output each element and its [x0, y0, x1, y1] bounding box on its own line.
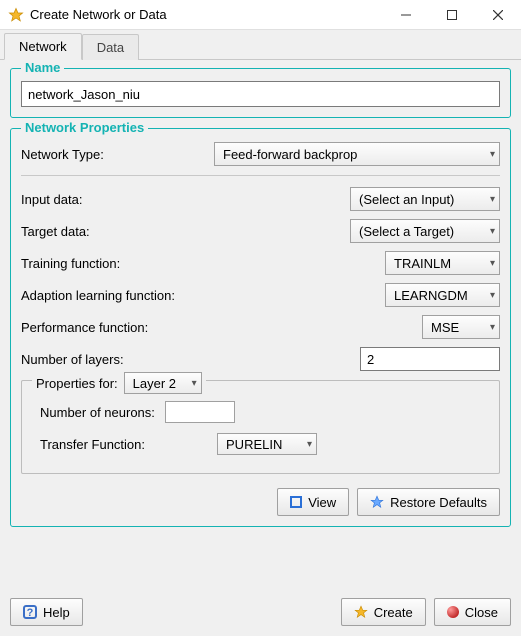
training-fn-value: TRAINLM — [394, 256, 484, 271]
group-properties-title: Network Properties — [21, 120, 148, 135]
help-button[interactable]: ? Help — [10, 598, 83, 626]
network-type-value: Feed-forward backprop — [223, 147, 484, 162]
num-layers-label: Number of layers: — [21, 352, 124, 367]
group-network-properties: Network Properties Network Type: Feed-fo… — [10, 128, 511, 527]
window-title: Create Network or Data — [24, 7, 383, 22]
separator — [21, 175, 500, 176]
maximize-button[interactable] — [429, 0, 475, 30]
target-data-value: (Select a Target) — [359, 224, 484, 239]
view-icon — [290, 496, 302, 508]
adaption-fn-value: LEARNGDM — [394, 288, 484, 303]
chevron-down-icon: ▾ — [484, 226, 495, 237]
perf-fn-label: Performance function: — [21, 320, 148, 335]
training-fn-select[interactable]: TRAINLM ▾ — [385, 251, 500, 275]
target-data-select[interactable]: (Select a Target) ▾ — [350, 219, 500, 243]
perf-fn-value: MSE — [431, 320, 484, 335]
create-button[interactable]: Create — [341, 598, 426, 626]
close-window-button[interactable] — [475, 0, 521, 30]
chevron-down-icon: ▾ — [301, 439, 312, 450]
input-data-value: (Select an Input) — [359, 192, 484, 207]
layer-select[interactable]: Layer 2 ▾ — [124, 372, 202, 394]
star-icon — [354, 605, 368, 619]
chevron-down-icon: ▾ — [186, 378, 197, 389]
tab-data[interactable]: Data — [82, 34, 139, 60]
minimize-icon — [401, 10, 411, 20]
target-data-label: Target data: — [21, 224, 90, 239]
app-star-icon — [8, 7, 24, 23]
layer-properties-title: Properties for: Layer 2 ▾ — [32, 372, 206, 394]
title-bar: Create Network or Data — [0, 0, 521, 30]
perf-fn-select[interactable]: MSE ▾ — [422, 315, 500, 339]
neurons-label: Number of neurons: — [40, 405, 155, 420]
footer-bar: ? Help Create Close — [10, 598, 511, 626]
num-layers-input[interactable] — [360, 347, 500, 371]
content-area: Name Network Properties Network Type: Fe… — [0, 60, 521, 545]
neurons-input[interactable] — [165, 401, 235, 423]
network-type-select[interactable]: Feed-forward backprop ▾ — [214, 142, 500, 166]
view-button[interactable]: View — [277, 488, 349, 516]
chevron-down-icon: ▾ — [484, 290, 495, 301]
transfer-fn-label: Transfer Function: — [40, 437, 145, 452]
group-name: Name — [10, 68, 511, 118]
properties-for-label: Properties for: — [36, 376, 118, 391]
input-data-label: Input data: — [21, 192, 82, 207]
restore-defaults-button[interactable]: Restore Defaults — [357, 488, 500, 516]
help-icon: ? — [23, 605, 37, 619]
training-fn-label: Training function: — [21, 256, 120, 271]
view-button-label: View — [308, 495, 336, 510]
chevron-down-icon: ▾ — [484, 258, 495, 269]
close-icon — [493, 10, 503, 20]
network-name-input[interactable] — [21, 81, 500, 107]
input-data-select[interactable]: (Select an Input) ▾ — [350, 187, 500, 211]
group-name-title: Name — [21, 60, 64, 75]
tab-strip: Network Data — [0, 32, 521, 60]
close-button[interactable]: Close — [434, 598, 511, 626]
maximize-icon — [447, 10, 457, 20]
adaption-fn-label: Adaption learning function: — [21, 288, 175, 303]
group-layer-properties: Properties for: Layer 2 ▾ Number of neur… — [21, 380, 500, 474]
close-button-label: Close — [465, 605, 498, 620]
tab-network[interactable]: Network — [4, 33, 82, 60]
close-ball-icon — [447, 606, 459, 618]
transfer-fn-select[interactable]: PURELIN ▾ — [217, 433, 317, 455]
star-icon — [370, 495, 384, 509]
chevron-down-icon: ▾ — [484, 322, 495, 333]
create-button-label: Create — [374, 605, 413, 620]
chevron-down-icon: ▾ — [484, 194, 495, 205]
layer-select-value: Layer 2 — [133, 376, 186, 391]
network-type-label: Network Type: — [21, 147, 104, 162]
help-button-label: Help — [43, 605, 70, 620]
transfer-fn-value: PURELIN — [226, 437, 301, 452]
restore-button-label: Restore Defaults — [390, 495, 487, 510]
adaption-fn-select[interactable]: LEARNGDM ▾ — [385, 283, 500, 307]
minimize-button[interactable] — [383, 0, 429, 30]
chevron-down-icon: ▾ — [484, 149, 495, 160]
